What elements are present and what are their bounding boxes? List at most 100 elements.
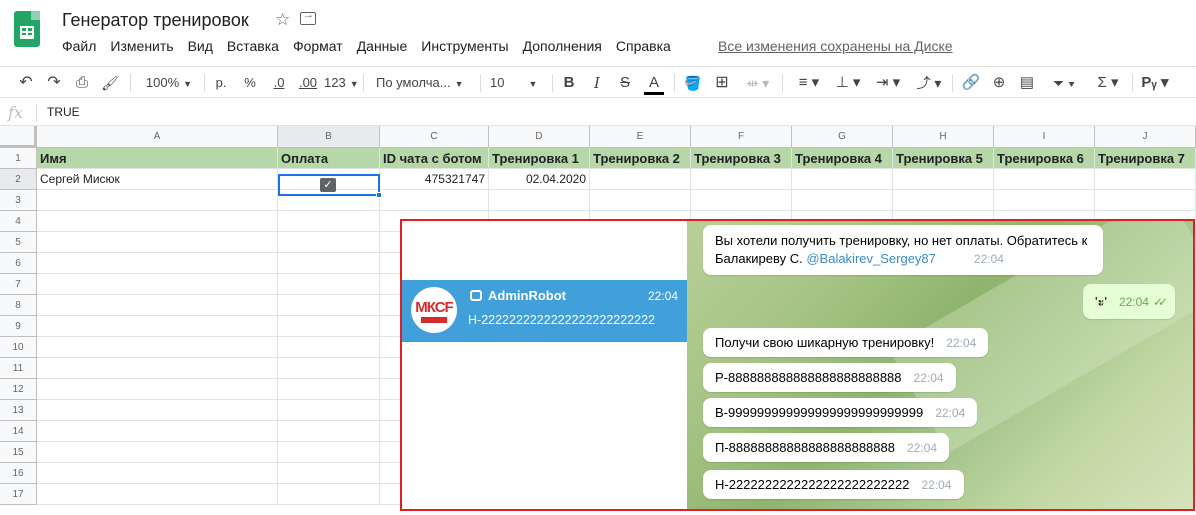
table-cell[interactable]: [37, 190, 278, 211]
table-cell[interactable]: [37, 211, 278, 232]
text-rotation-icon[interactable]: ⤴ ▾: [912, 73, 946, 93]
table-cell[interactable]: [278, 421, 380, 442]
header-cell[interactable]: Тренировка 6: [994, 148, 1095, 169]
menu-data[interactable]: Данные: [357, 38, 408, 54]
text-wrap-icon[interactable]: ⇥ ▾: [872, 73, 904, 93]
header-cell[interactable]: Оплата: [278, 148, 380, 169]
undo-icon[interactable]: ↶: [16, 73, 36, 93]
row-header[interactable]: 9: [0, 316, 37, 337]
chat-list-item-adminrobot[interactable]: МКСF AdminRobot 22:04 Н-2222222222222222…: [402, 280, 687, 342]
table-cell[interactable]: [37, 232, 278, 253]
italic-icon[interactable]: I: [588, 73, 606, 93]
column-header-f[interactable]: F: [691, 126, 792, 148]
message-bubble[interactable]: Получи свою шикарную тренировку! 22:04: [703, 328, 989, 357]
link-icon[interactable]: 🔗: [960, 73, 982, 93]
table-cell[interactable]: [278, 316, 380, 337]
header-cell[interactable]: Тренировка 1: [489, 148, 590, 169]
table-cell[interactable]: [994, 190, 1095, 211]
percent-format-button[interactable]: %: [241, 73, 259, 93]
column-header-d[interactable]: D: [489, 126, 590, 148]
message-bubble[interactable]: Н-2222222222222222222222222 22:04: [703, 470, 964, 499]
menu-tools[interactable]: Инструменты: [421, 38, 508, 54]
row-header[interactable]: 4: [0, 211, 37, 232]
table-cell[interactable]: [994, 169, 1095, 190]
strikethrough-icon[interactable]: S: [616, 73, 634, 93]
row-header[interactable]: 6: [0, 253, 37, 274]
menu-format[interactable]: Формат: [293, 38, 343, 54]
table-cell[interactable]: [278, 400, 380, 421]
column-header-e[interactable]: E: [590, 126, 691, 148]
table-cell[interactable]: [893, 190, 994, 211]
row-header[interactable]: 5: [0, 232, 37, 253]
vertical-align-icon[interactable]: ⊥ ▾: [832, 73, 864, 93]
table-cell[interactable]: 475321747: [380, 169, 489, 190]
message-bubble[interactable]: Вы хотели получить тренировку, но нет оп…: [703, 225, 1103, 275]
redo-icon[interactable]: ↷: [44, 73, 64, 93]
message-bubble-outgoing[interactable]: 'ะ' 22:04 ✓✓: [1083, 284, 1176, 319]
table-cell[interactable]: [893, 169, 994, 190]
header-cell[interactable]: Имя: [37, 148, 278, 169]
functions-icon[interactable]: Σ ▾: [1092, 73, 1124, 93]
menu-help[interactable]: Справка: [616, 38, 671, 54]
row-header[interactable]: 15: [0, 442, 37, 463]
fill-color-icon[interactable]: 🪣: [684, 73, 702, 93]
row-header[interactable]: 3: [0, 190, 37, 211]
row-header[interactable]: 11: [0, 358, 37, 379]
table-cell[interactable]: [590, 190, 691, 211]
move-to-folder-icon[interactable]: [300, 9, 316, 25]
column-header-i[interactable]: I: [994, 126, 1095, 148]
header-cell[interactable]: Тренировка 5: [893, 148, 994, 169]
row-header[interactable]: 1: [0, 148, 37, 169]
row-header[interactable]: 2: [0, 169, 37, 190]
row-header[interactable]: 16: [0, 463, 37, 484]
table-cell[interactable]: [37, 295, 278, 316]
table-cell[interactable]: [489, 190, 590, 211]
column-header-c[interactable]: C: [380, 126, 489, 148]
header-cell[interactable]: Тренировка 7: [1095, 148, 1196, 169]
row-header[interactable]: 8: [0, 295, 37, 316]
font-size-select[interactable]: 10 ▼: [490, 73, 546, 93]
fill-handle[interactable]: [376, 192, 382, 198]
table-cell[interactable]: [278, 379, 380, 400]
table-cell[interactable]: [278, 337, 380, 358]
table-cell[interactable]: [278, 358, 380, 379]
column-header-j[interactable]: J: [1095, 126, 1196, 148]
bold-icon[interactable]: B: [560, 73, 578, 93]
table-cell[interactable]: [37, 463, 278, 484]
sheets-logo-icon[interactable]: [14, 11, 40, 47]
row-header[interactable]: 13: [0, 400, 37, 421]
table-cell[interactable]: [37, 337, 278, 358]
menu-file[interactable]: Файл: [62, 38, 96, 54]
more-formats-button[interactable]: 123 ▼: [324, 73, 359, 93]
table-cell[interactable]: [278, 442, 380, 463]
print-icon[interactable]: ⎙: [72, 73, 92, 93]
chart-icon[interactable]: ▤: [1016, 73, 1038, 93]
table-cell[interactable]: [1095, 190, 1196, 211]
row-header[interactable]: 17: [0, 484, 37, 505]
select-all-corner[interactable]: [0, 126, 37, 148]
table-cell[interactable]: [37, 379, 278, 400]
paint-format-icon[interactable]: 🖌: [100, 73, 120, 93]
table-cell[interactable]: [792, 169, 893, 190]
column-header-g[interactable]: G: [792, 126, 893, 148]
currency-format-button[interactable]: р.: [212, 73, 230, 93]
filter-icon[interactable]: ⏷ ▾: [1044, 73, 1084, 93]
row-header[interactable]: 7: [0, 274, 37, 295]
table-cell[interactable]: [792, 190, 893, 211]
checkbox-checked-icon[interactable]: ✓: [320, 178, 336, 192]
header-cell[interactable]: Тренировка 3: [691, 148, 792, 169]
table-cell[interactable]: [37, 316, 278, 337]
column-header-h[interactable]: H: [893, 126, 994, 148]
table-cell[interactable]: [278, 274, 380, 295]
message-bubble[interactable]: Р-888888888888888888888888 22:04: [703, 363, 956, 392]
font-family-select[interactable]: По умолча... ▼: [376, 73, 472, 93]
table-cell[interactable]: [278, 253, 380, 274]
row-header[interactable]: 12: [0, 379, 37, 400]
column-header-a[interactable]: A: [37, 126, 278, 148]
table-cell[interactable]: [278, 232, 380, 253]
message-bubble[interactable]: В-999999999999999999999999999 22:04: [703, 398, 978, 427]
table-cell[interactable]: [691, 169, 792, 190]
menu-view[interactable]: Вид: [188, 38, 213, 54]
menu-edit[interactable]: Изменить: [110, 38, 173, 54]
horizontal-align-icon[interactable]: ≡ ▾: [794, 73, 824, 93]
